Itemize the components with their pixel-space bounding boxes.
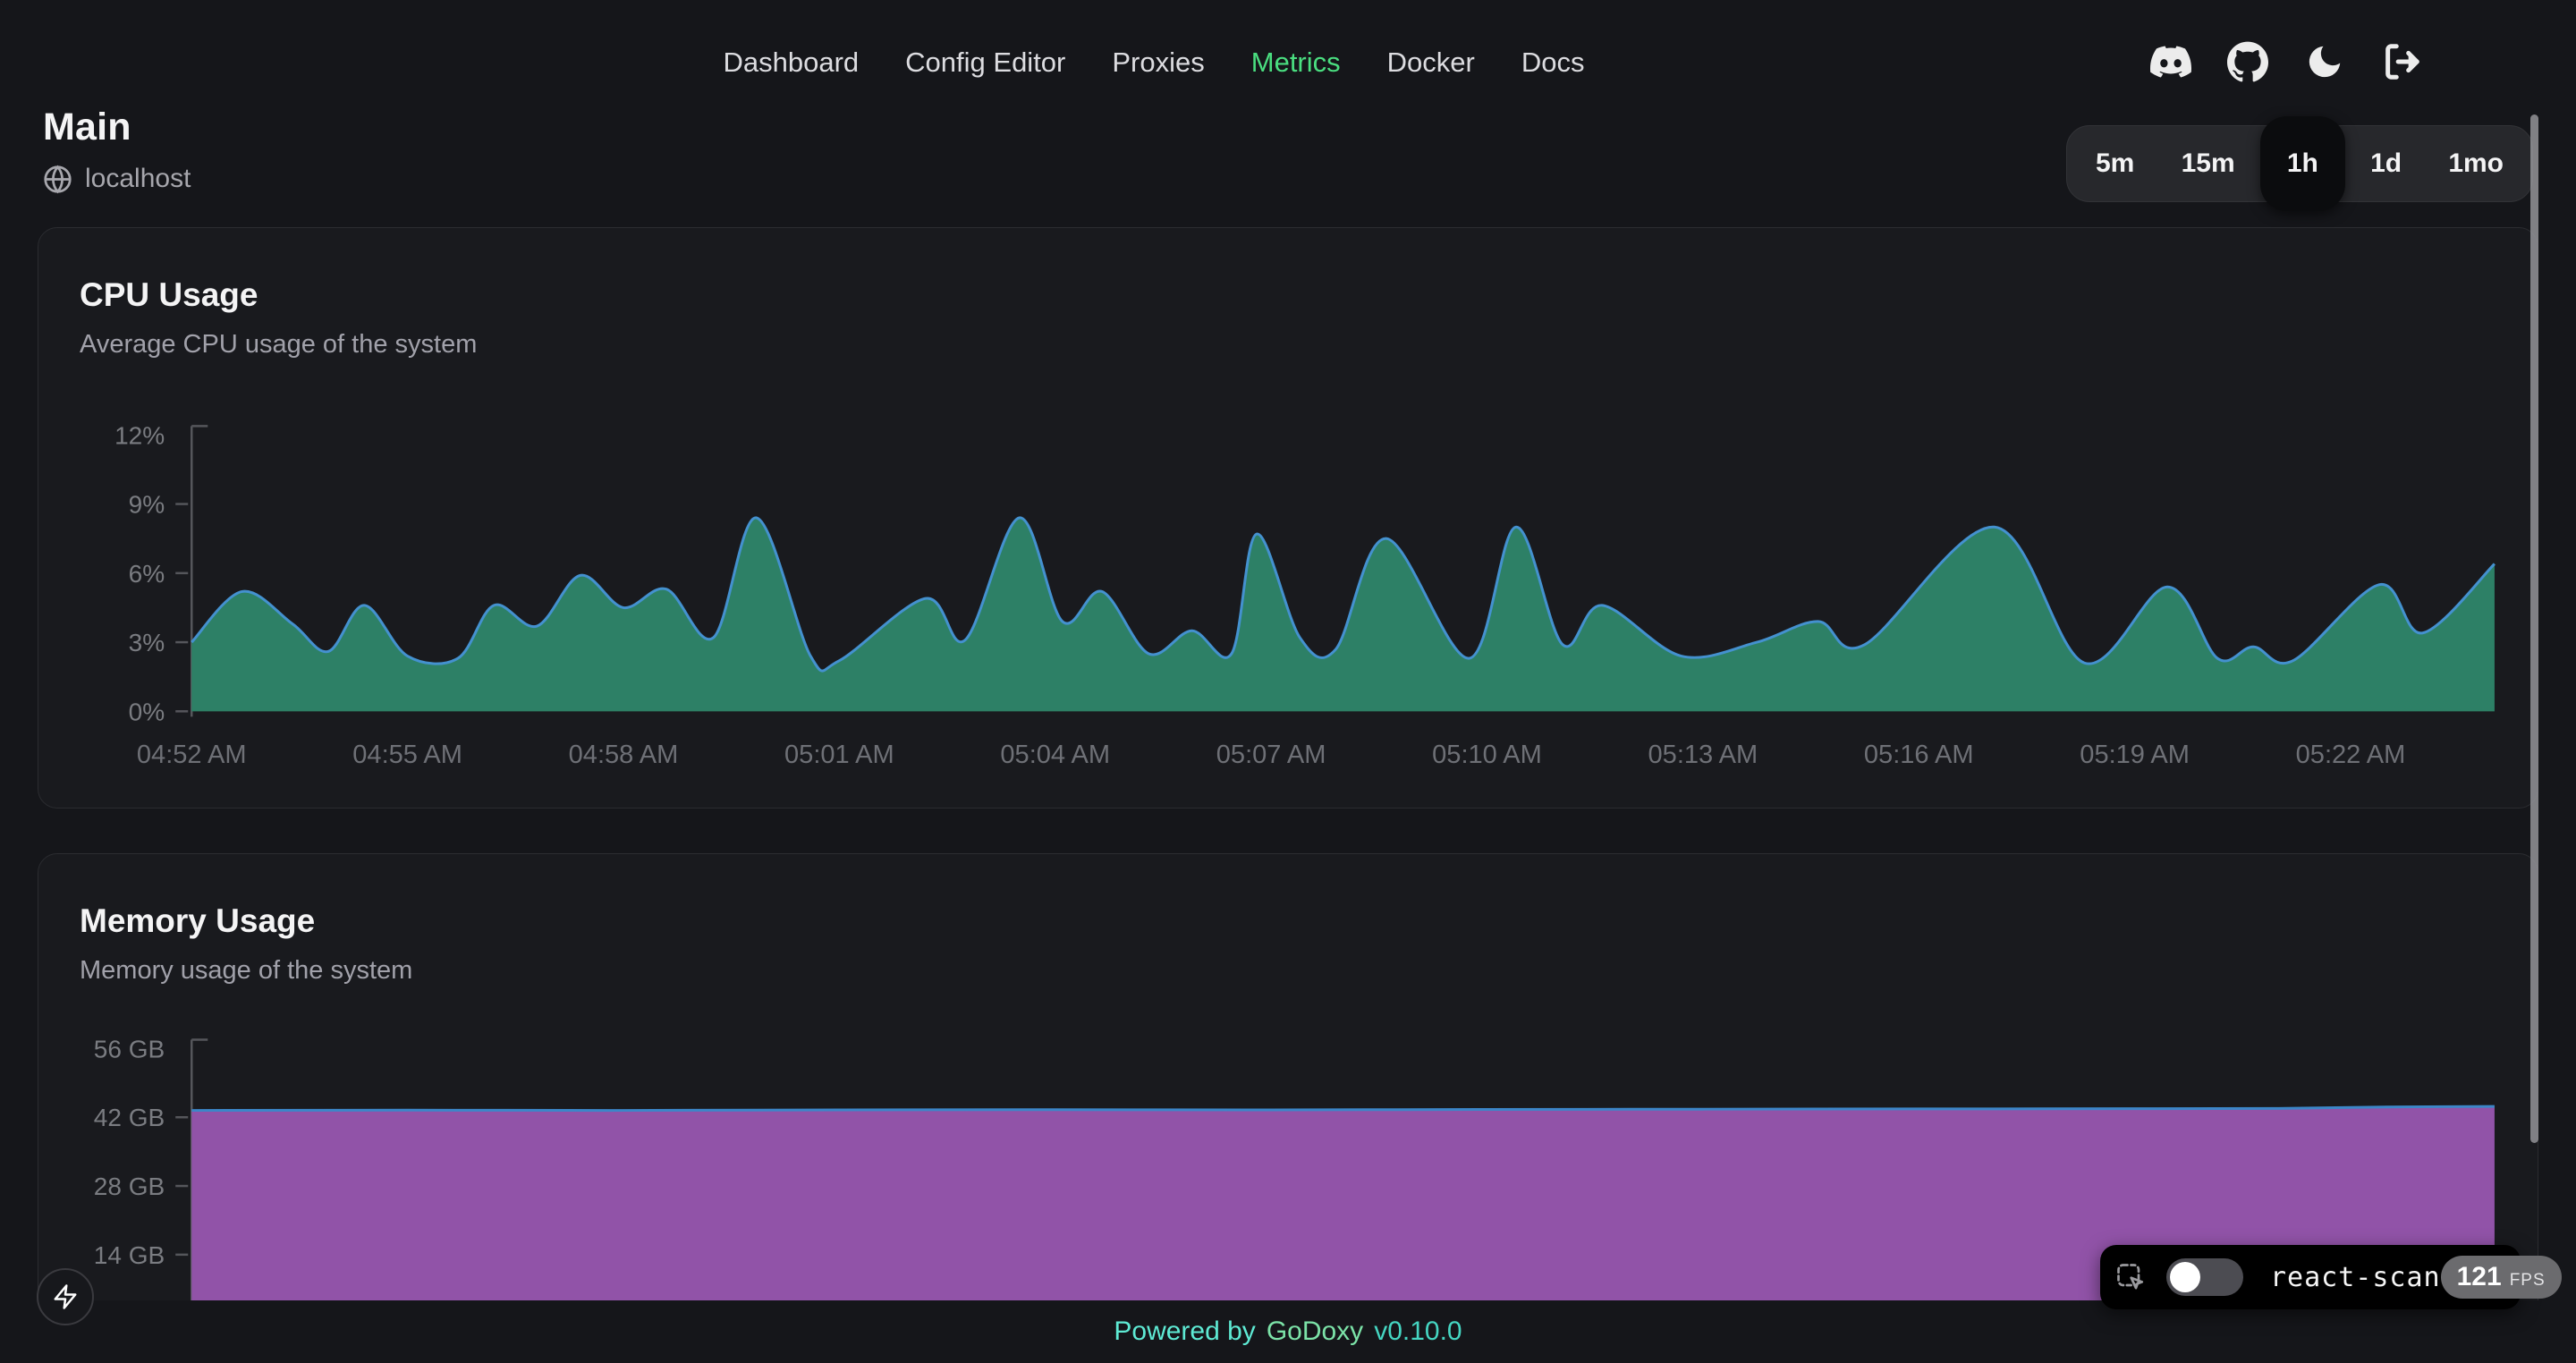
svg-text:05:19 AM: 05:19 AM	[2080, 741, 2190, 769]
time-range-5m[interactable]: 5m	[2074, 132, 2156, 195]
svg-text:04:58 AM: 04:58 AM	[569, 741, 679, 769]
svg-text:0%: 0%	[129, 698, 165, 725]
nav-proxies[interactable]: Proxies	[1112, 47, 1204, 79]
main-nav: Dashboard Config Editor Proxies Metrics …	[724, 47, 1585, 79]
svg-text:9%: 9%	[129, 491, 165, 519]
nav-metrics[interactable]: Metrics	[1251, 47, 1341, 79]
svg-text:05:10 AM: 05:10 AM	[1432, 741, 1542, 769]
react-scan-toggle[interactable]	[2166, 1258, 2243, 1296]
svg-text:28 GB: 28 GB	[94, 1173, 165, 1200]
host-label: localhost	[85, 164, 191, 194]
zap-icon	[52, 1283, 79, 1310]
nav-docs[interactable]: Docs	[1521, 47, 1585, 79]
nav-docker[interactable]: Docker	[1387, 47, 1475, 79]
svg-text:04:52 AM: 04:52 AM	[137, 741, 247, 769]
dark-mode-moon-icon[interactable]	[2304, 41, 2345, 82]
fps-unit: FPS	[2510, 1271, 2546, 1291]
svg-text:05:22 AM: 05:22 AM	[2296, 741, 2406, 769]
react-scan-label: react-scan	[2270, 1262, 2441, 1293]
footer: Powered by GoDoxy v0.10.0	[0, 1300, 2576, 1363]
toggle-knob	[2170, 1262, 2200, 1292]
vertical-scrollbar-thumb[interactable]	[2530, 114, 2538, 1143]
svg-text:3%: 3%	[129, 629, 165, 656]
svg-text:05:16 AM: 05:16 AM	[1864, 741, 1974, 769]
time-range-1mo[interactable]: 1mo	[2427, 132, 2525, 195]
nav-dashboard[interactable]: Dashboard	[724, 47, 860, 79]
time-range-1d[interactable]: 1d	[2349, 132, 2423, 195]
discord-icon[interactable]	[2150, 41, 2191, 82]
svg-text:05:01 AM: 05:01 AM	[784, 741, 894, 769]
godoxy-link[interactable]: GoDoxy	[1267, 1316, 1363, 1347]
svg-text:42 GB: 42 GB	[94, 1104, 165, 1131]
cpu-card-title: CPU Usage	[80, 276, 2496, 314]
fps-badge: 121 FPS	[2441, 1256, 2562, 1299]
svg-text:6%: 6%	[129, 560, 165, 588]
svg-text:56 GB: 56 GB	[94, 1035, 165, 1062]
svg-text:05:13 AM: 05:13 AM	[1648, 741, 1758, 769]
page-head: Main localhost 5m 15m 1h 1d 1mo	[0, 106, 2576, 202]
quick-actions-button[interactable]	[37, 1268, 94, 1325]
memory-card-title: Memory Usage	[80, 902, 2496, 940]
svg-text:04:55 AM: 04:55 AM	[352, 741, 462, 769]
time-range-15m[interactable]: 15m	[2160, 132, 2257, 195]
time-range-picker: 5m 15m 1h 1d 1mo	[2066, 125, 2533, 202]
nav-config-editor[interactable]: Config Editor	[905, 47, 1065, 79]
version-text: v0.10.0	[1374, 1316, 1462, 1347]
fps-value: 121	[2457, 1262, 2502, 1292]
logout-icon[interactable]	[2381, 41, 2422, 82]
svg-text:14 GB: 14 GB	[94, 1241, 165, 1269]
header-icon-group	[2150, 41, 2422, 82]
svg-text:05:04 AM: 05:04 AM	[1000, 741, 1110, 769]
svg-text:05:07 AM: 05:07 AM	[1216, 741, 1326, 769]
cpu-usage-card: CPU Usage Average CPU usage of the syste…	[38, 227, 2538, 808]
cpu-card-subtitle: Average CPU usage of the system	[80, 330, 2496, 360]
globe-icon	[43, 165, 72, 194]
svg-text:12%: 12%	[114, 421, 165, 449]
time-range-1h[interactable]: 1h	[2260, 116, 2345, 211]
inspect-element-icon[interactable]	[2114, 1261, 2147, 1293]
memory-card-subtitle: Memory usage of the system	[80, 956, 2496, 986]
react-scan-toolbar: react-scan 121 FPS	[2100, 1245, 2521, 1309]
powered-by-text: Powered by	[1114, 1316, 1255, 1347]
top-bar: Dashboard Config Editor Proxies Metrics …	[0, 0, 2576, 106]
github-icon[interactable]	[2227, 41, 2268, 82]
page-title: Main	[43, 106, 191, 149]
